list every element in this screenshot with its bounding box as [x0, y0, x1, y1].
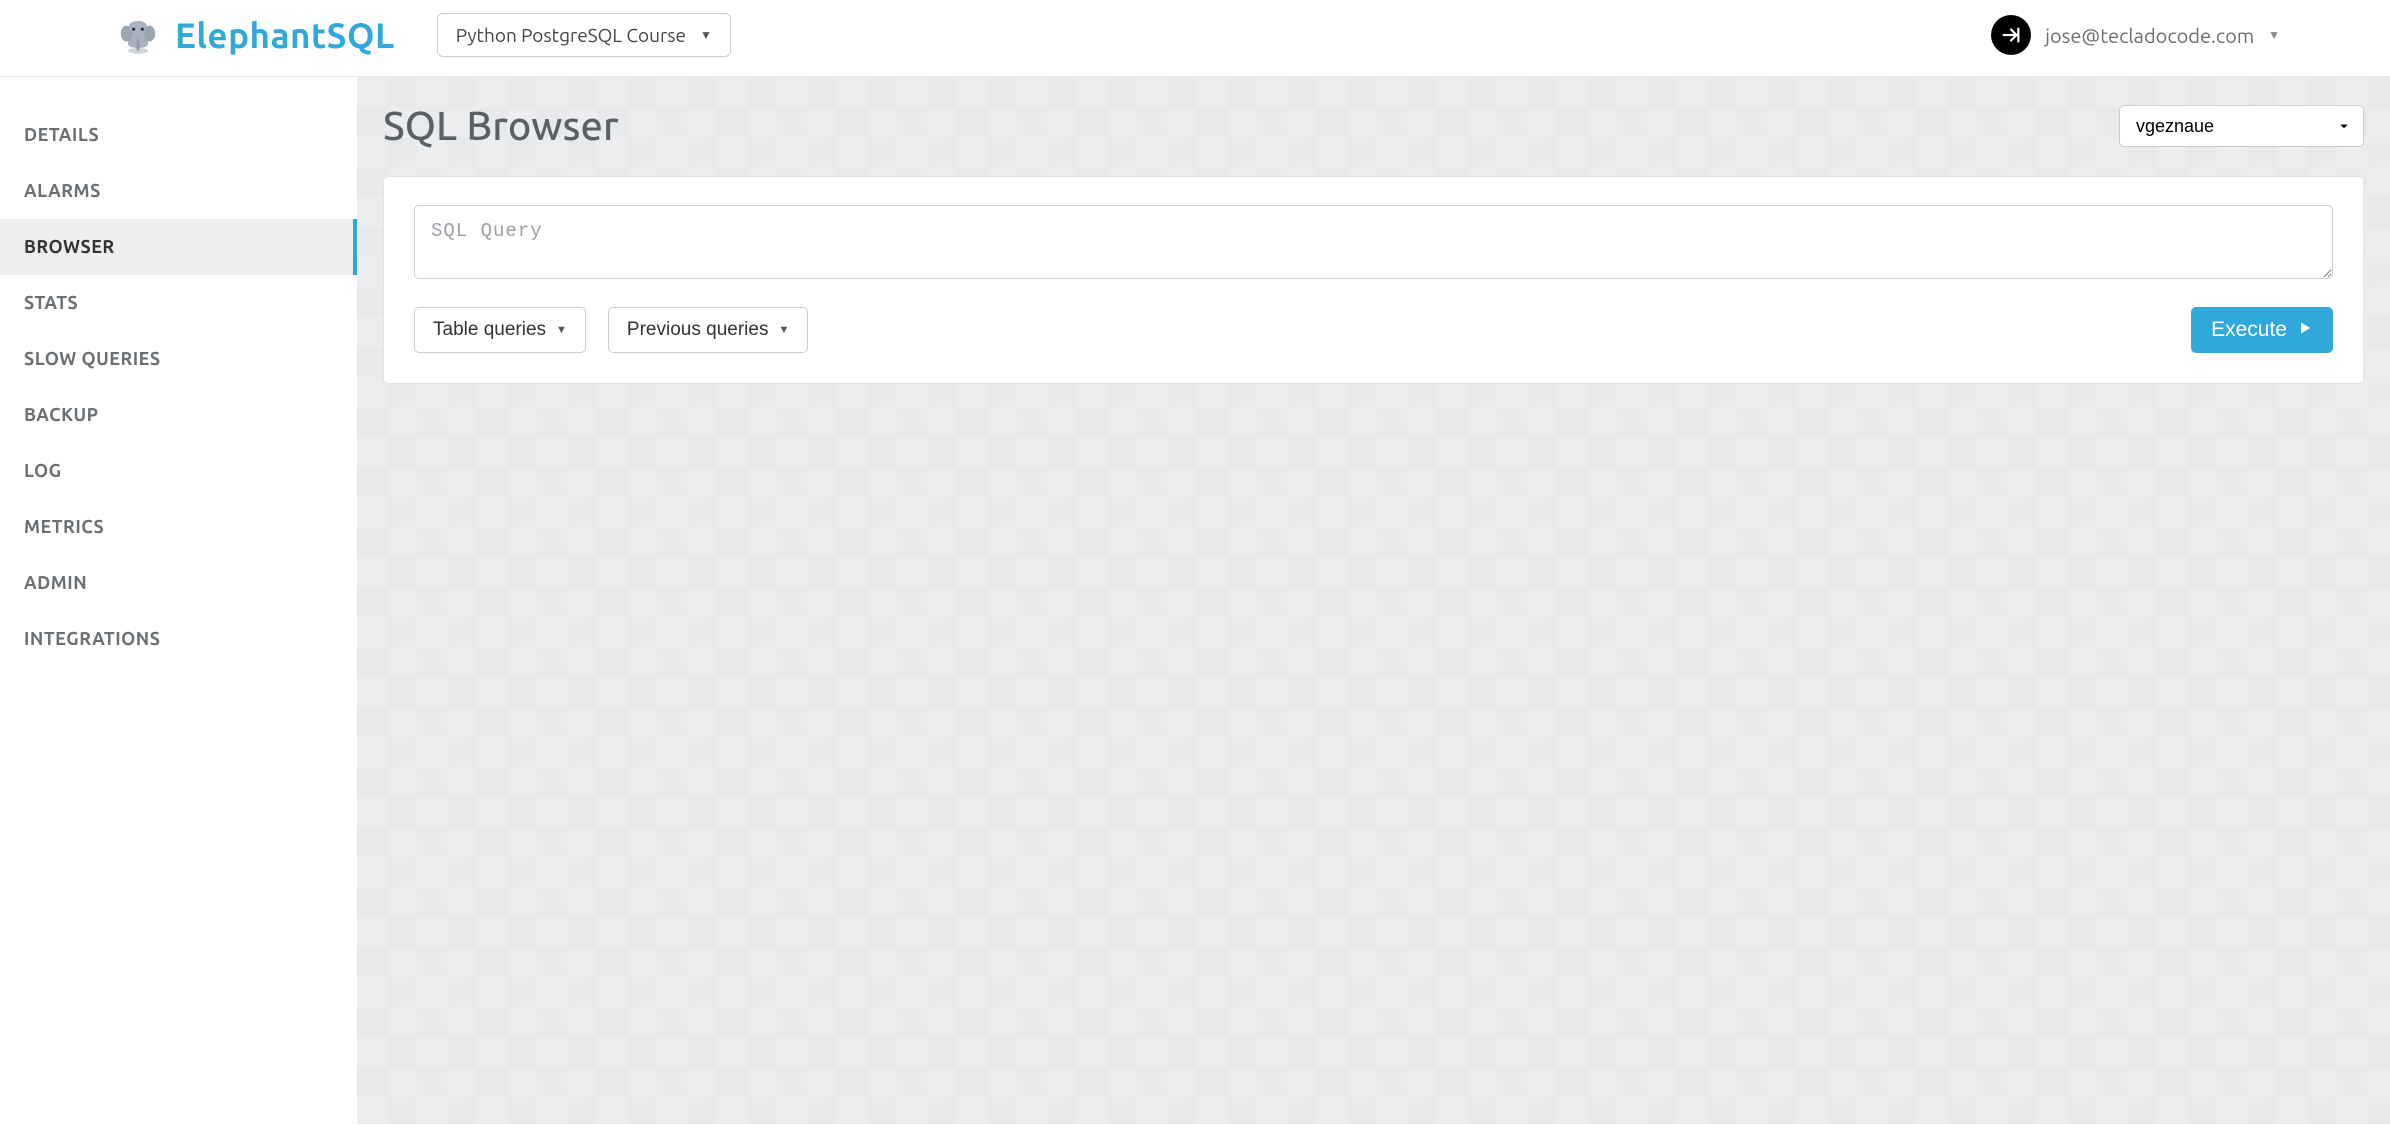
- project-selector[interactable]: Python PostgreSQL Course ▼: [437, 13, 731, 57]
- caret-down-icon: ▼: [778, 324, 789, 336]
- sidebar-item-stats[interactable]: STATS: [0, 275, 357, 331]
- sidebar-item-alarms[interactable]: ALARMS: [0, 163, 357, 219]
- sidebar-item-label: DETAILS: [24, 125, 99, 145]
- project-selector-label: Python PostgreSQL Course: [456, 24, 686, 46]
- play-icon: [2297, 318, 2313, 342]
- page-header: SQL Browser vgeznaue: [383, 103, 2364, 148]
- sql-query-input[interactable]: [414, 205, 2333, 279]
- table-queries-dropdown[interactable]: Table queries ▼: [414, 307, 586, 353]
- user-email: jose@tecladocode.com: [2045, 24, 2254, 47]
- sidebar-item-details[interactable]: DETAILS: [0, 107, 357, 163]
- sidebar-item-label: METRICS: [24, 517, 104, 537]
- page-title: SQL Browser: [383, 103, 619, 148]
- sidebar-item-browser[interactable]: BROWSER: [0, 219, 357, 275]
- sidebar-item-label: ALARMS: [24, 181, 101, 201]
- sidebar-item-label: SLOW QUERIES: [24, 349, 161, 369]
- layout: DETAILS ALARMS BROWSER STATS SLOW QUERIE…: [0, 77, 2390, 1124]
- sidebar-item-slow-queries[interactable]: SLOW QUERIES: [0, 331, 357, 387]
- sidebar-item-label: BACKUP: [24, 405, 99, 425]
- execute-label: Execute: [2211, 318, 2287, 342]
- previous-queries-dropdown[interactable]: Previous queries ▼: [608, 307, 808, 353]
- caret-down-icon: ▼: [556, 324, 567, 336]
- sidebar-item-label: ADMIN: [24, 573, 87, 593]
- caret-down-icon: ▼: [2268, 28, 2280, 42]
- panel-actions: Table queries ▼ Previous queries ▼ Execu…: [414, 307, 2333, 353]
- sidebar-item-label: LOG: [24, 461, 62, 481]
- sidebar-item-label: INTEGRATIONS: [24, 629, 160, 649]
- sidebar-item-backup[interactable]: BACKUP: [0, 387, 357, 443]
- dropdown-label: Table queries: [433, 319, 546, 341]
- main-content: SQL Browser vgeznaue Table queries ▼ Pre…: [357, 77, 2390, 1124]
- brand[interactable]: ElephantSQL: [115, 12, 395, 58]
- query-panel: Table queries ▼ Previous queries ▼ Execu…: [383, 176, 2364, 384]
- sidebar-item-admin[interactable]: ADMIN: [0, 555, 357, 611]
- user-menu[interactable]: jose@tecladocode.com ▼: [1991, 15, 2280, 55]
- sidebar-item-metrics[interactable]: METRICS: [0, 499, 357, 555]
- caret-down-icon: ▼: [700, 28, 712, 42]
- brand-name: ElephantSQL: [175, 15, 395, 55]
- sidebar-item-log[interactable]: LOG: [0, 443, 357, 499]
- sidebar-item-label: STATS: [24, 293, 78, 313]
- user-avatar-icon: [1991, 15, 2031, 55]
- sidebar-item-label: BROWSER: [24, 237, 115, 257]
- dropdown-label: Previous queries: [627, 319, 769, 341]
- database-selector[interactable]: vgeznaue: [2119, 105, 2364, 147]
- execute-button[interactable]: Execute: [2191, 307, 2333, 353]
- sidebar-item-integrations[interactable]: INTEGRATIONS: [0, 611, 357, 667]
- top-bar: ElephantSQL Python PostgreSQL Course ▼ j…: [0, 0, 2390, 77]
- elephant-icon: [115, 12, 161, 58]
- sidebar: DETAILS ALARMS BROWSER STATS SLOW QUERIE…: [0, 77, 357, 1124]
